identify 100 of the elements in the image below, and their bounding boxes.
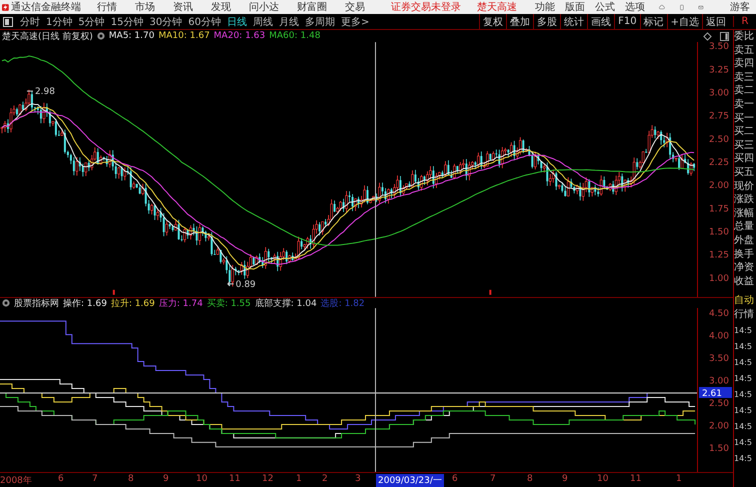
menu-item[interactable]: 市场 [134, 0, 155, 14]
trade-time: 14:5 [734, 405, 753, 418]
date-label: 1 [676, 474, 682, 484]
login-status[interactable]: 证券交易未登录 [390, 0, 461, 14]
gear-icon[interactable] [2, 299, 10, 307]
quote-field-label: 买四 [734, 152, 755, 166]
menu-item[interactable]: 问小达 [248, 0, 279, 14]
period-tab[interactable]: 多周期 [302, 14, 338, 28]
axis-label: 3.00 [709, 88, 729, 98]
date-label: 1 [296, 474, 302, 484]
toolbar-button[interactable]: +自选 [666, 14, 702, 29]
date-label: 10 [597, 474, 608, 484]
menu-item[interactable]: 资讯 [172, 0, 193, 14]
user-label[interactable]: 游客 [730, 0, 750, 14]
trade-time: 14:5 [734, 357, 753, 370]
signal-marker [112, 290, 115, 295]
cursor-date-label: 2009/03/23/一 [376, 474, 444, 487]
indicator-value: 底部支撑: 1.04 [254, 298, 317, 310]
axis-label: 3.50 [709, 354, 729, 364]
menu-item[interactable]: 交易 [344, 0, 365, 14]
quote-field-label: 外盘 [734, 234, 755, 248]
ma-value: MA20: 1.63 [214, 31, 266, 41]
quote-field-label: 卖四 [734, 57, 755, 71]
trade-time: 14:5 [734, 325, 753, 338]
date-label: 11 [229, 474, 240, 484]
gear-icon[interactable] [96, 32, 105, 40]
quote-field-label: 涨幅 [734, 206, 755, 220]
chart-title: 楚天高速(日线 前复权) [2, 30, 93, 42]
quote-field-label: 净资 [734, 261, 755, 275]
date-label: 7 [92, 474, 98, 484]
axis-label: 2.75 [709, 112, 729, 122]
indicator-value: 压力: 1.74 [158, 298, 203, 310]
quote-field-label: 买五 [734, 166, 755, 180]
quote-label: 行情 [734, 308, 755, 322]
menu-item[interactable]: 选项 [624, 0, 645, 14]
date-label: 6 [58, 474, 64, 484]
corner-label: R [733, 16, 756, 27]
date-label: 2008年 [0, 474, 32, 487]
period-tab[interactable]: 分时 [17, 14, 43, 28]
trade-time: 14:5 [734, 421, 753, 434]
axis-label: 2.00 [709, 181, 729, 192]
signal-marker [489, 290, 492, 295]
axis-label: 1.50 [709, 444, 729, 454]
axis-label: 3.50 [709, 42, 729, 52]
menu-item[interactable]: 行情 [96, 0, 117, 14]
axis-label: 2.25 [709, 158, 729, 168]
trade-time: 14:5 [734, 373, 753, 386]
quote-field-label: 收益 [734, 274, 755, 288]
trade-time: 14:5 [734, 437, 753, 450]
menu-item[interactable]: 公式 [594, 0, 615, 14]
axis-label: 4.50 [709, 309, 729, 320]
period-tab[interactable]: 日线 [224, 14, 250, 28]
quote-field-label: 卖一 [734, 98, 755, 112]
menu-item[interactable]: 财富圈 [296, 0, 327, 14]
menu-item[interactable]: 发现 [210, 0, 231, 14]
date-label: 7 [490, 474, 496, 484]
indicator-value: 操作: 1.69 [63, 298, 107, 310]
indicator-name[interactable]: 股票指标网 [14, 296, 59, 310]
menu-item[interactable]: 版面 [564, 0, 585, 14]
period-tab[interactable]: 月线 [276, 14, 302, 28]
panel-toggle-icon[interactable] [3, 16, 13, 26]
date-label: 12 [262, 474, 274, 484]
date-label: 8 [527, 474, 533, 484]
period-tab[interactable]: 更多> [338, 14, 372, 28]
period-tab[interactable]: 周线 [250, 14, 276, 28]
axis-label: 4.00 [709, 332, 729, 342]
panel-icon[interactable] [720, 32, 729, 40]
auto-label[interactable]: 自动 [734, 294, 756, 308]
period-tab[interactable]: 1分钟 [43, 14, 76, 28]
axis-label: 1.50 [709, 228, 729, 238]
period-tab[interactable]: 60分钟 [185, 14, 224, 28]
date-label: 8 [128, 474, 134, 484]
diamond-icon[interactable] [703, 32, 712, 40]
axis-label: 1.75 [709, 204, 729, 214]
quote-field-label: 换手 [734, 248, 755, 262]
quote-field-label: 买二 [734, 125, 755, 139]
date-label: 11 [630, 474, 642, 484]
period-tab[interactable]: 30分钟 [146, 14, 186, 28]
axis-label: 2.50 [709, 398, 729, 409]
axis-label: 3.25 [709, 65, 729, 76]
indicator-value: 选股: 1.82 [320, 298, 365, 310]
indicator-value: 买卖: 1.55 [206, 298, 251, 310]
axis-label: 1.00 [709, 274, 729, 284]
axis-label: 1.25 [709, 250, 729, 261]
menu-item[interactable]: 功能 [534, 0, 555, 14]
quote-field-label: 买三 [734, 138, 755, 152]
quote-field-label: 总量 [734, 220, 755, 234]
trade-time: 14:5 [734, 453, 753, 466]
period-tab[interactable]: 15分钟 [108, 14, 146, 28]
ma-value: MA10: 1.67 [158, 31, 210, 41]
quote-field-label: 卖五 [734, 44, 755, 58]
app-name: 通达信金融终端 [10, 0, 81, 14]
period-tab[interactable]: 5分钟 [75, 14, 108, 28]
quote-field-label: 委比 [734, 30, 755, 44]
quote-field-label: 现价 [734, 180, 755, 194]
trade-time: 14:5 [734, 389, 753, 402]
axis-label: 2.00 [709, 421, 729, 432]
quote-field-label: 卖二 [734, 84, 755, 98]
date-label: 9 [163, 474, 169, 484]
indicator-value: 拉升: 1.69 [110, 298, 155, 310]
